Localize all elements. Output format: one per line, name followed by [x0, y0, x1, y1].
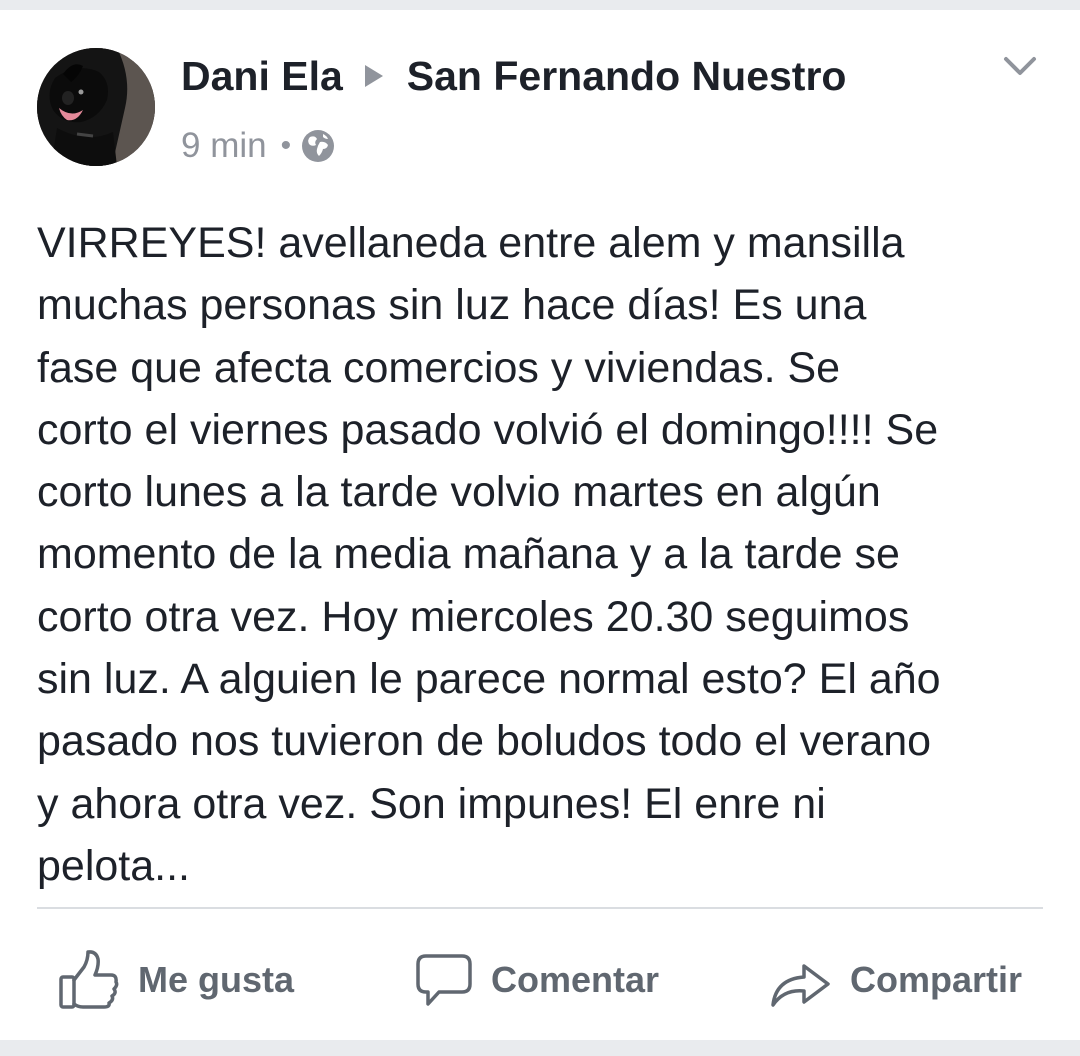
post-header: Dani Ela San Fernando Nuestro [181, 48, 846, 104]
comment-icon [416, 954, 472, 1006]
divider [37, 907, 1043, 909]
thumbs-up-icon [59, 950, 119, 1009]
post-text: VIRREYES! avellaneda entre alem y mansil… [37, 219, 941, 890]
share-button[interactable]: Compartir [770, 945, 1022, 1015]
chevron-down-icon[interactable] [998, 48, 1042, 84]
avatar-photo [37, 48, 155, 166]
comment-label: Comentar [491, 959, 660, 1000]
globe-icon [302, 130, 335, 162]
post-card: Dani Ela San Fernando Nuestro 9 min • VI… [0, 10, 1080, 1040]
share-icon [771, 964, 830, 1007]
triangle-right-icon [364, 65, 383, 87]
group-name[interactable]: San Fernando Nuestro [407, 53, 847, 100]
post-meta: 9 min • [181, 123, 335, 169]
like-button[interactable]: Me gusta [58, 945, 294, 1015]
post-time[interactable]: 9 min [181, 126, 267, 166]
author-name[interactable]: Dani Ela [181, 53, 343, 100]
avatar[interactable] [37, 48, 155, 166]
share-label: Compartir [850, 959, 1023, 1000]
like-label: Me gusta [138, 959, 295, 1000]
meta-separator: • [280, 129, 292, 162]
comment-button[interactable]: Comentar [415, 945, 659, 1015]
